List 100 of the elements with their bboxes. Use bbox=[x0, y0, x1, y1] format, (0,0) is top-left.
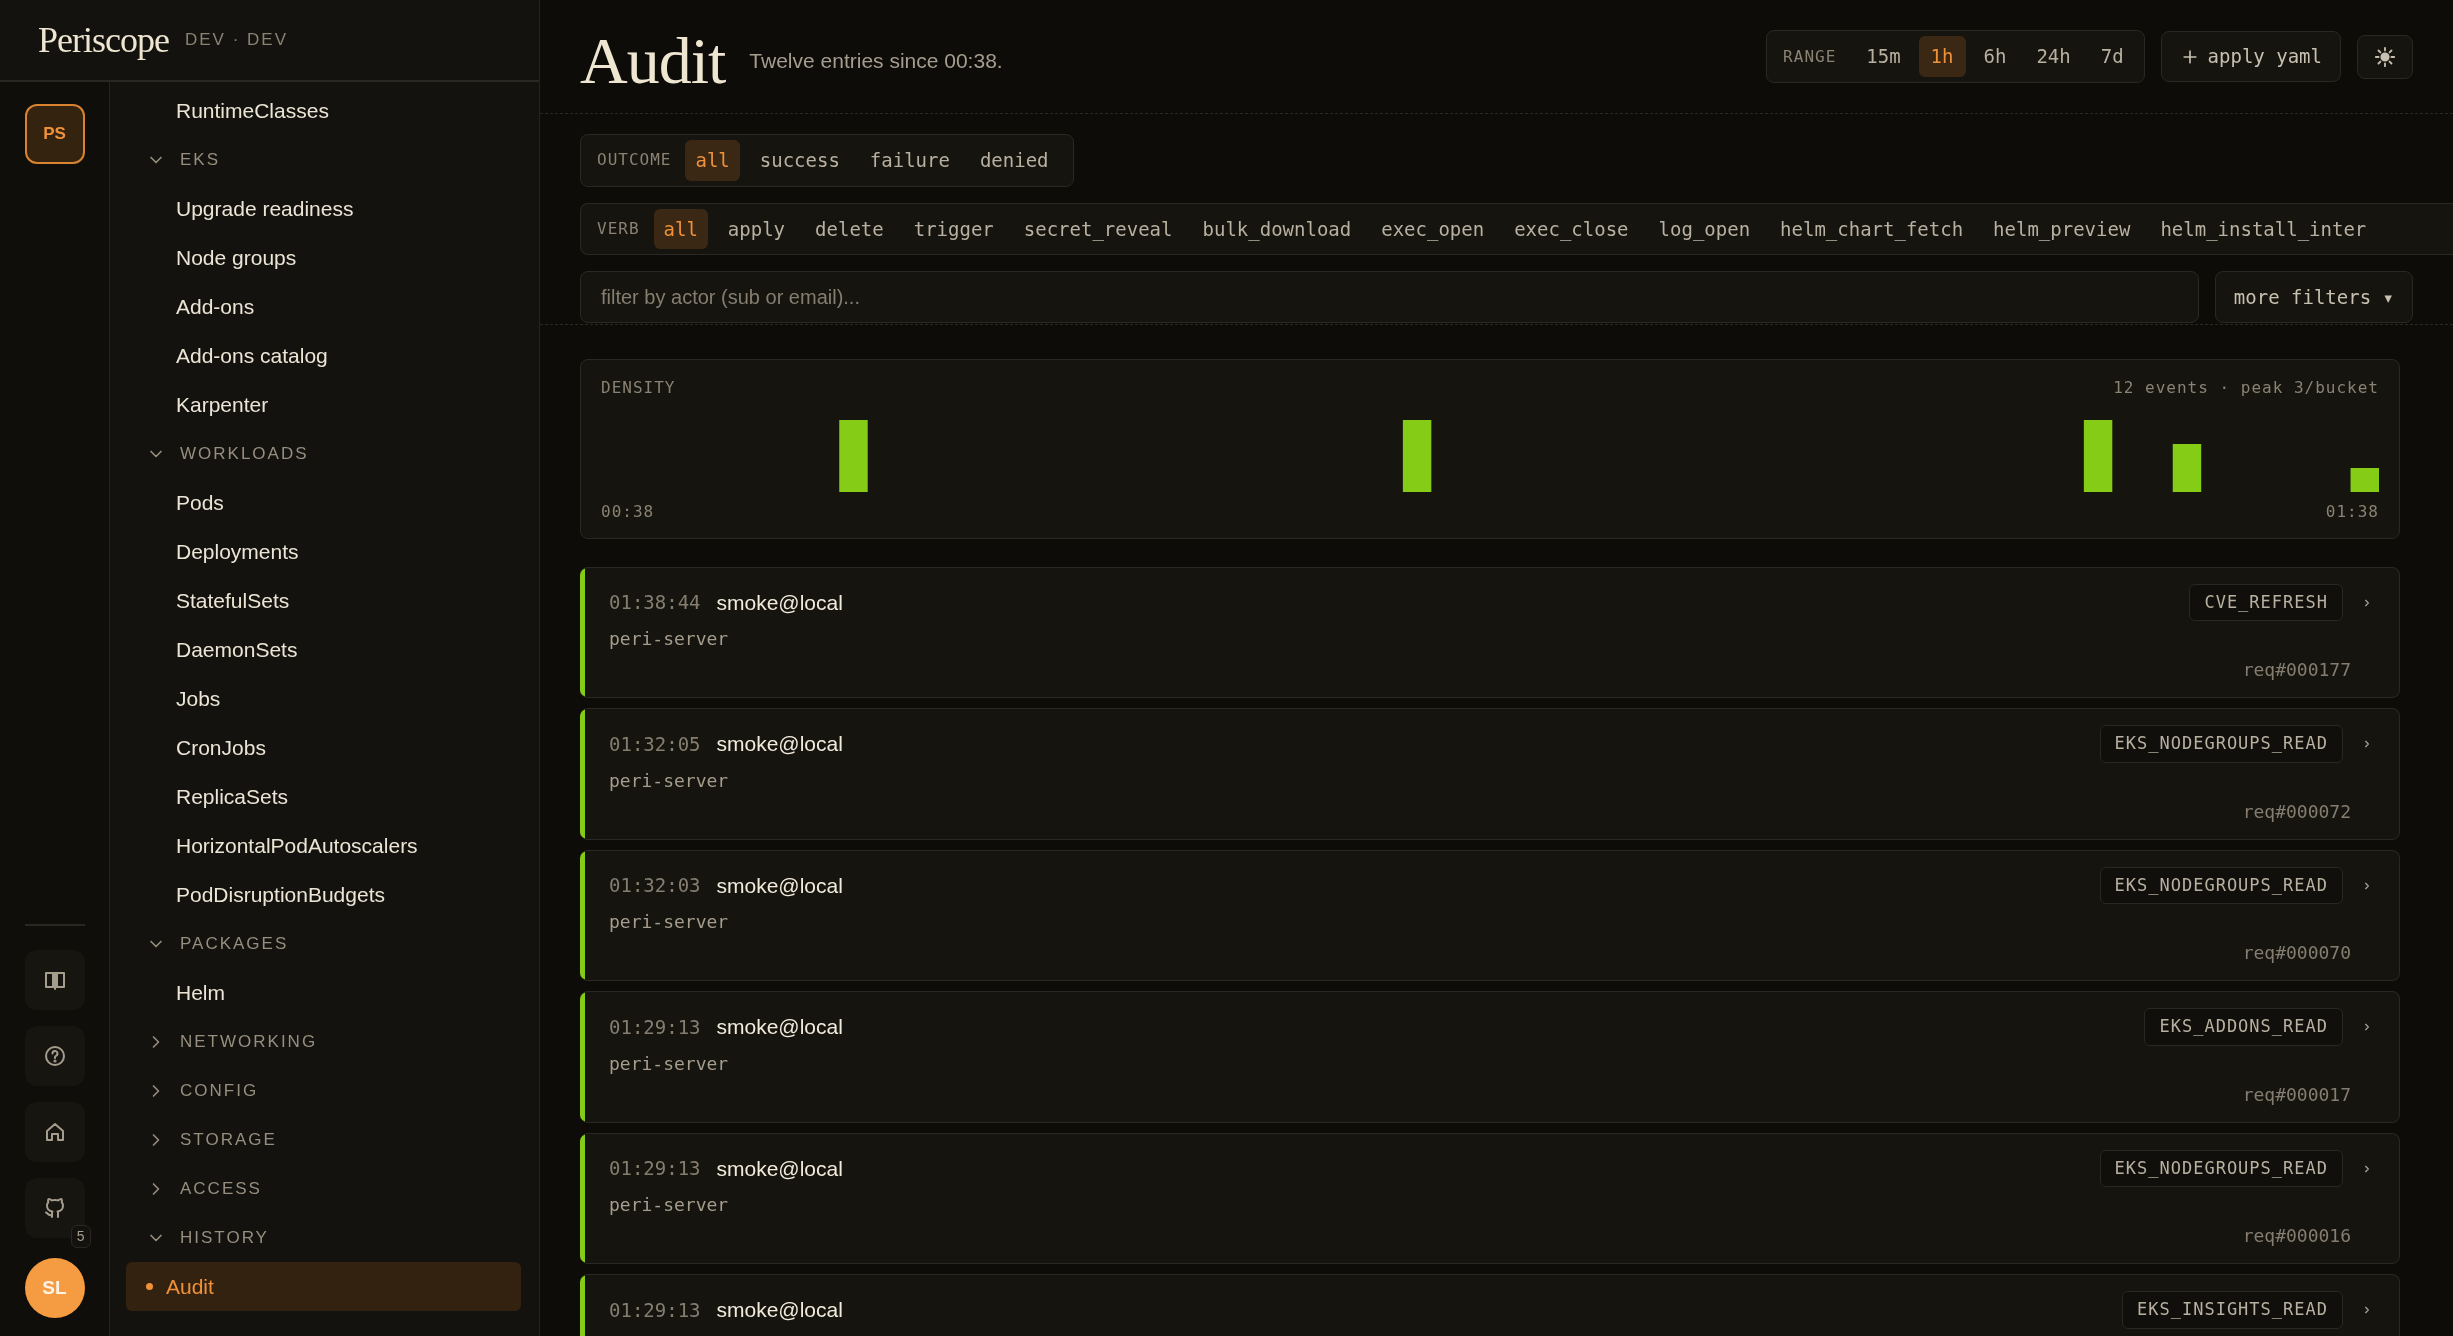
action-tag: CVE_REFRESH bbox=[2189, 583, 2343, 622]
range-option[interactable]: 24h bbox=[2024, 36, 2083, 77]
sidebar-section[interactable]: HISTORY bbox=[126, 1213, 521, 1262]
help-button[interactable] bbox=[24, 1026, 85, 1086]
apply-yaml-button[interactable]: apply yaml bbox=[2160, 31, 2341, 82]
action-tag: EKS_NODEGROUPS_READ bbox=[2099, 1149, 2343, 1188]
filter-chip[interactable]: denied bbox=[969, 140, 1059, 181]
entry-source: peri-server bbox=[609, 627, 729, 652]
entry-actor: smoke@local bbox=[716, 589, 843, 616]
sidebar-item[interactable]: ReplicaSets bbox=[126, 772, 521, 821]
range-option[interactable]: 1h bbox=[1918, 36, 1966, 77]
entry-source: peri-server bbox=[609, 768, 729, 793]
sidebar-item[interactable]: Add-ons bbox=[126, 282, 521, 331]
workspace-button[interactable]: PS bbox=[24, 104, 85, 164]
book-button[interactable] bbox=[24, 950, 85, 1010]
sidebar-item[interactable]: Audit bbox=[126, 1262, 521, 1311]
entry-source: peri-server bbox=[609, 1193, 729, 1218]
request-id: req#000072 bbox=[2242, 799, 2351, 824]
sidebar-section[interactable]: STORAGE bbox=[126, 1115, 521, 1164]
sun-icon bbox=[2374, 45, 2396, 68]
sidebar-item[interactable]: Jobs bbox=[126, 674, 521, 723]
action-tag: EKS_NODEGROUPS_READ bbox=[2099, 866, 2343, 905]
filter-chip[interactable]: helm_install_inter bbox=[2150, 208, 2377, 250]
audit-entry[interactable]: 01:29:13 smoke@local EKS_NODEGROUPS_READ peri-server req#000016 bbox=[580, 1132, 2400, 1265]
filter-chip[interactable]: trigger bbox=[903, 208, 1004, 250]
sidebar-item[interactable]: Node groups bbox=[126, 233, 521, 282]
audit-entry[interactable]: 01:32:05 smoke@local EKS_NODEGROUPS_READ peri-server req#000072 bbox=[580, 708, 2400, 840]
count-badge: 5 bbox=[70, 1225, 91, 1248]
sidebar-section[interactable]: WORKLOADS bbox=[126, 429, 521, 478]
action-tag: EKS_ADDONS_READ bbox=[2144, 1008, 2343, 1046]
filter-chip[interactable]: bulk_download bbox=[1192, 208, 1362, 250]
entry-time: 01:29:13 bbox=[609, 1156, 701, 1182]
filter-chip[interactable]: exec_close bbox=[1504, 208, 1639, 250]
axis-label: 00:38 bbox=[601, 500, 655, 523]
filter-chip[interactable]: exec_open bbox=[1371, 208, 1495, 250]
more-filters-button[interactable]: more filters ▾ bbox=[2214, 271, 2413, 324]
entry-source: peri-server bbox=[609, 1051, 729, 1076]
sidebar-section[interactable]: NETWORKING bbox=[126, 1017, 521, 1066]
sidebar-item[interactable]: Karpenter bbox=[126, 380, 521, 429]
action-tag: EKS_INSIGHTS_READ bbox=[2122, 1291, 2343, 1329]
page-title: Audit bbox=[580, 27, 726, 94]
sidebar-item[interactable]: CronJobs bbox=[126, 723, 521, 772]
sidebar-item[interactable]: PodDisruptionBudgets bbox=[126, 870, 521, 919]
github-icon bbox=[42, 1196, 67, 1220]
help-icon bbox=[42, 1044, 67, 1068]
filter-chip[interactable]: all bbox=[653, 208, 708, 250]
audit-entry[interactable]: 01:29:13 smoke@local EKS_ADDONS_READ peri-server req#000017 bbox=[580, 991, 2400, 1123]
home-button[interactable] bbox=[24, 1102, 85, 1162]
page-subtitle: Twelve entries since 00:38. bbox=[749, 47, 1003, 74]
filter-chip[interactable]: all bbox=[685, 140, 740, 181]
filter-label: VERB bbox=[597, 217, 640, 240]
filter-chip[interactable]: delete bbox=[805, 208, 894, 250]
request-id: req#000177 bbox=[2242, 658, 2351, 683]
sidebar-item[interactable]: Helm bbox=[126, 968, 521, 1017]
sidebar-section[interactable]: ACCESS bbox=[126, 1164, 521, 1213]
entry-actor: smoke@local bbox=[716, 1014, 843, 1041]
sidebar-item[interactable]: Pods bbox=[126, 478, 521, 527]
sidebar-section[interactable]: EKS bbox=[126, 135, 521, 184]
active-dot bbox=[146, 1283, 153, 1290]
entry-actor: smoke@local bbox=[716, 1155, 843, 1182]
filter-chip[interactable]: failure bbox=[859, 140, 960, 181]
sidebar-item[interactable]: HorizontalPodAutoscalers bbox=[126, 821, 521, 870]
audit-entry[interactable]: 01:29:13 smoke@local EKS_INSIGHTS_READ bbox=[580, 1274, 2400, 1336]
entry-time: 01:38:44 bbox=[609, 590, 701, 616]
sidebar-item[interactable]: RuntimeClasses bbox=[126, 86, 521, 135]
sidebar-item[interactable]: Deployments bbox=[126, 527, 521, 576]
sidebar-section[interactable]: CONFIG bbox=[126, 1066, 521, 1115]
audit-entry[interactable]: 01:38:44 smoke@local CVE_REFRESH peri-server req#000177 bbox=[580, 566, 2400, 699]
entry-time: 01:32:03 bbox=[609, 873, 701, 899]
theme-toggle-button[interactable] bbox=[2357, 34, 2413, 79]
entry-actor: smoke@local bbox=[716, 731, 843, 758]
range-option[interactable]: 7d bbox=[2088, 36, 2136, 77]
filter-chip[interactable]: log_open bbox=[1648, 208, 1761, 250]
sidebar-item[interactable]: Upgrade readiness bbox=[126, 184, 521, 233]
filter-chip[interactable]: helm_preview bbox=[1983, 208, 2141, 250]
actor-filter-field[interactable]: filter by actor (sub or email)... bbox=[580, 271, 2199, 324]
action-tag: EKS_NODEGROUPS_READ bbox=[2099, 725, 2343, 763]
sidebar-item[interactable]: Add-ons catalog bbox=[126, 331, 521, 380]
range-label: RANGE bbox=[1783, 45, 1837, 68]
audit-entry[interactable]: 01:32:03 smoke@local EKS_NODEGROUPS_READ peri-server req#000070 bbox=[580, 849, 2400, 982]
request-id: req#000070 bbox=[2242, 941, 2351, 966]
entry-time: 01:29:13 bbox=[609, 1297, 701, 1323]
range-option[interactable]: 15m bbox=[1854, 36, 1913, 77]
sidebar-section[interactable]: PACKAGES bbox=[126, 919, 521, 968]
range-option[interactable]: 6h bbox=[1971, 36, 2019, 77]
request-id: req#000017 bbox=[2242, 1082, 2351, 1107]
entry-actor: smoke@local bbox=[716, 1297, 843, 1324]
brand-name: Periscope bbox=[38, 19, 169, 62]
filter-chip[interactable]: apply bbox=[717, 208, 796, 250]
entry-source: peri-server bbox=[609, 910, 729, 935]
axis-label: 01:38 bbox=[2325, 500, 2379, 523]
sidebar-item[interactable]: StatefulSets bbox=[126, 576, 521, 625]
entry-time: 01:29:13 bbox=[609, 1014, 701, 1040]
filter-chip[interactable]: helm_chart_fetch bbox=[1770, 208, 1974, 250]
request-id: req#000016 bbox=[2242, 1224, 2351, 1249]
filter-chip[interactable]: success bbox=[749, 140, 850, 181]
filter-chip[interactable]: secret_reveal bbox=[1013, 208, 1183, 250]
sidebar-item[interactable]: DaemonSets bbox=[126, 625, 521, 674]
environment-label: DEV · DEV bbox=[184, 29, 288, 52]
chart-title: DENSITY bbox=[601, 376, 676, 399]
